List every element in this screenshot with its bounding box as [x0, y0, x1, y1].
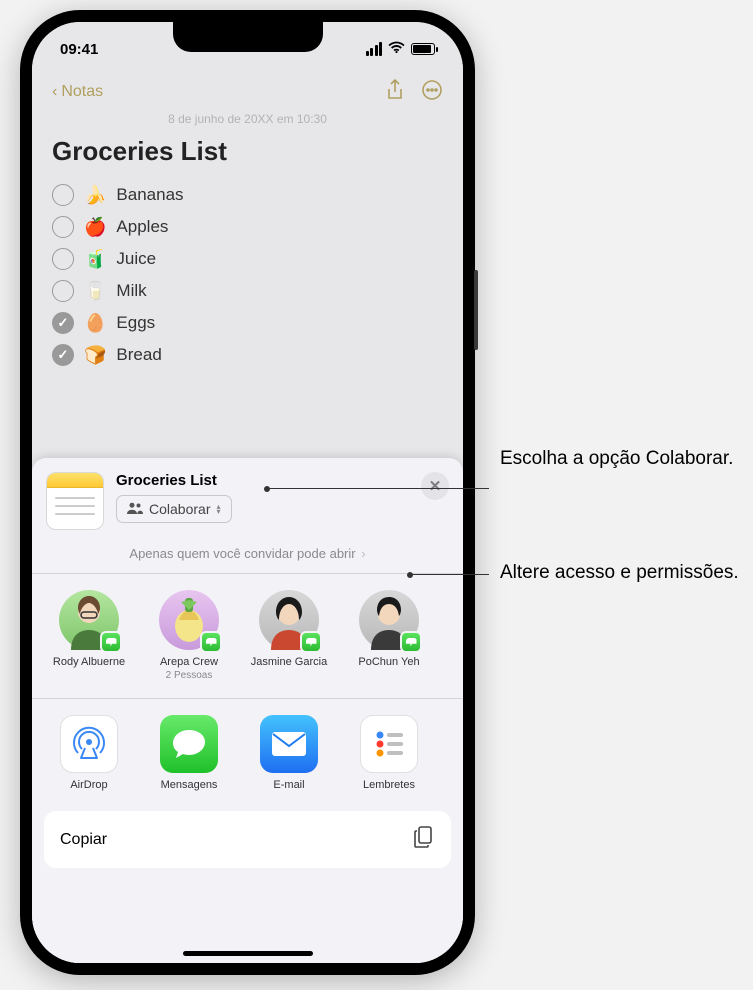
iphone-frame: 09:41 ‹ Notas [20, 10, 475, 975]
close-button[interactable]: ✕ [421, 472, 449, 500]
share-sheet: Groceries List Colaborar ▴▾ ✕ Apenas que… [32, 458, 463, 963]
avatar [59, 590, 119, 650]
item-label: Eggs [116, 313, 155, 333]
app-label: Mensagens [146, 779, 232, 791]
contact-name: Jasmine Garcia [246, 656, 332, 670]
list-item[interactable]: 🍎 Apples [52, 211, 443, 243]
share-icon[interactable] [385, 79, 405, 106]
actions-list: Copiar [44, 811, 451, 868]
item-emoji: 🍎 [84, 217, 106, 238]
item-emoji: 🍌 [84, 185, 106, 206]
home-indicator[interactable] [183, 951, 313, 956]
status-right [366, 41, 436, 58]
more-icon[interactable] [421, 79, 443, 106]
app-label: E-mail [246, 779, 332, 791]
close-icon: ✕ [429, 477, 442, 495]
avatar [259, 590, 319, 650]
messages-badge-icon [400, 631, 422, 653]
collaborate-dropdown[interactable]: Colaborar ▴▾ [116, 495, 232, 523]
item-emoji: 🥚 [84, 313, 106, 334]
checklist: 🍌 Bananas 🍎 Apples 🧃 Juice 🥛 Milk [52, 179, 443, 371]
app-label: AirDrop [46, 779, 132, 791]
copy-icon [413, 825, 435, 854]
notch [173, 22, 323, 52]
contact-item[interactable]: Arepa Crew 2 Pessoas [146, 590, 232, 682]
callout-permissions: Altere acesso e permissões. [500, 560, 739, 586]
contact-item[interactable]: PoChun Yeh [346, 590, 432, 682]
item-label: Bread [116, 345, 161, 365]
item-emoji: 🥛 [84, 281, 106, 302]
list-item[interactable]: 🥚 Eggs [52, 307, 443, 339]
checkbox-icon[interactable] [52, 184, 74, 206]
screen: 09:41 ‹ Notas [32, 22, 463, 963]
item-label: Apples [116, 217, 168, 237]
messages-badge-icon [100, 631, 122, 653]
item-label: Milk [116, 281, 146, 301]
app-airdrop[interactable]: AirDrop [46, 715, 132, 791]
contact-name: Rody Albuerne [46, 656, 132, 670]
item-emoji: 🧃 [84, 249, 106, 270]
item-label: Bananas [116, 185, 183, 205]
cellular-icon [366, 42, 383, 56]
airdrop-icon [60, 715, 118, 773]
avatar [159, 590, 219, 650]
note-thumbnail-icon [46, 472, 104, 530]
reminders-icon [360, 715, 418, 773]
note-date: 8 de junho de 20XX em 10:30 [52, 112, 443, 126]
item-emoji: 🍞 [84, 345, 106, 366]
mail-icon [260, 715, 318, 773]
back-label: Notas [61, 83, 103, 101]
battery-icon [411, 43, 435, 55]
side-button [474, 270, 478, 350]
chevron-updown-icon: ▴▾ [216, 504, 220, 514]
app-mail[interactable]: E-mail [246, 715, 332, 791]
copy-label: Copiar [60, 831, 107, 849]
contacts-row: Rody Albuerne Arepa Crew 2 Pessoas Jas [32, 574, 463, 699]
wifi-icon [388, 41, 405, 58]
permission-row[interactable]: Apenas quem você convidar pode abrir › [32, 540, 463, 574]
checkbox-icon[interactable] [52, 280, 74, 302]
contact-name: PoChun Yeh [346, 656, 432, 670]
checkbox-icon[interactable] [52, 216, 74, 238]
avatar [359, 590, 419, 650]
permission-label: Apenas quem você convidar pode abrir [129, 546, 355, 561]
contact-item[interactable]: Rody Albuerne [46, 590, 132, 682]
note-title: Groceries List [52, 136, 443, 167]
people-icon [127, 501, 143, 517]
checkbox-icon[interactable] [52, 344, 74, 366]
nav-bar: ‹ Notas [52, 70, 443, 114]
callout-collaborate: Escolha a opção Colaborar. [500, 446, 733, 472]
copy-action[interactable]: Copiar [44, 811, 451, 868]
list-item[interactable]: 🍌 Bananas [52, 179, 443, 211]
app-messages[interactable]: Mensagens [146, 715, 232, 791]
status-time: 09:41 [60, 41, 98, 58]
sheet-title: Groceries List [116, 472, 409, 489]
contact-name: Arepa Crew [146, 656, 232, 670]
contact-sub: 2 Pessoas [146, 670, 232, 683]
callout-line [410, 574, 489, 575]
collaborate-label: Colaborar [149, 501, 210, 517]
messages-badge-icon [200, 631, 222, 653]
list-item[interactable]: 🥛 Milk [52, 275, 443, 307]
messages-badge-icon [300, 631, 322, 653]
chevron-right-icon: › [361, 546, 365, 561]
back-button[interactable]: ‹ Notas [52, 83, 103, 101]
list-item[interactable]: 🍞 Bread [52, 339, 443, 371]
app-label: Lembretes [346, 779, 432, 791]
note-content: ‹ Notas 8 de junho de 20XX em 10:30 Groc… [32, 70, 463, 371]
checkbox-icon[interactable] [52, 248, 74, 270]
item-label: Juice [116, 249, 156, 269]
sheet-header: Groceries List Colaborar ▴▾ ✕ [32, 458, 463, 540]
callout-line [267, 488, 489, 489]
apps-row: AirDrop Mensagens E-mail [32, 699, 463, 805]
list-item[interactable]: 🧃 Juice [52, 243, 443, 275]
messages-icon [160, 715, 218, 773]
chevron-left-icon: ‹ [52, 83, 57, 101]
app-reminders[interactable]: Lembretes [346, 715, 432, 791]
contact-item[interactable]: Jasmine Garcia [246, 590, 332, 682]
checkbox-icon[interactable] [52, 312, 74, 334]
